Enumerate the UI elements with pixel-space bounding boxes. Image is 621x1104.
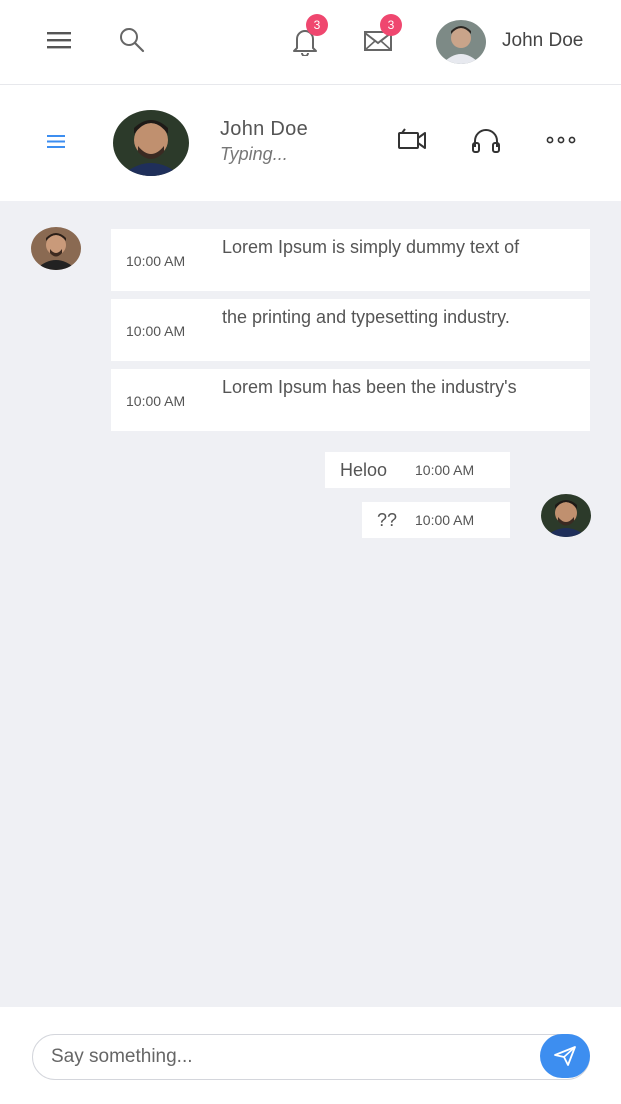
message-time: 10:00 AM [415, 512, 475, 528]
message-text: the printing and typesetting industry. [222, 307, 510, 327]
more-icon[interactable] [544, 132, 578, 148]
incoming-message[interactable]: 10:00 AM the printing and typesetting in… [111, 299, 590, 361]
user-name[interactable]: John Doe [502, 30, 583, 52]
top-app-bar: 3 3 John Doe [0, 0, 621, 85]
search-icon[interactable] [115, 24, 149, 56]
contact-name: John Doe [220, 118, 309, 140]
outgoing-sender-avatar [541, 494, 591, 537]
message-time: 10:00 AM [126, 253, 186, 269]
contact-avatar[interactable] [113, 110, 189, 176]
message-input[interactable] [51, 1043, 531, 1071]
user-avatar[interactable] [436, 20, 486, 64]
send-button[interactable] [540, 1034, 590, 1078]
outgoing-message[interactable]: Heloo 10:00 AM [325, 452, 510, 488]
message-time: 10:00 AM [415, 462, 475, 478]
notifications-badge: 3 [306, 14, 328, 36]
incoming-sender-avatar [31, 227, 81, 270]
video-camera-icon[interactable] [396, 126, 428, 154]
chat-menu-icon[interactable] [46, 132, 70, 152]
message-text: Heloo [340, 460, 388, 480]
headphones-icon[interactable] [470, 126, 502, 154]
incoming-message[interactable]: 10:00 AM Lorem Ipsum is simply dummy tex… [111, 229, 590, 291]
outgoing-message[interactable]: ?? 10:00 AM [362, 502, 510, 538]
message-text: Lorem Ipsum is simply dummy text of [222, 237, 520, 257]
message-text: Lorem Ipsum has been the industry's [222, 377, 517, 397]
menu-icon[interactable] [44, 26, 76, 54]
chat-header [0, 86, 621, 201]
contact-status: Typing... [220, 144, 288, 164]
message-text: ?? [377, 510, 398, 530]
message-input-wrapper [32, 1034, 590, 1080]
send-icon [554, 1046, 576, 1066]
message-time: 10:00 AM [126, 323, 186, 339]
incoming-message[interactable]: 10:00 AM Lorem Ipsum has been the indust… [111, 369, 590, 431]
messages-badge: 3 [380, 14, 402, 36]
message-time: 10:00 AM [126, 393, 186, 409]
